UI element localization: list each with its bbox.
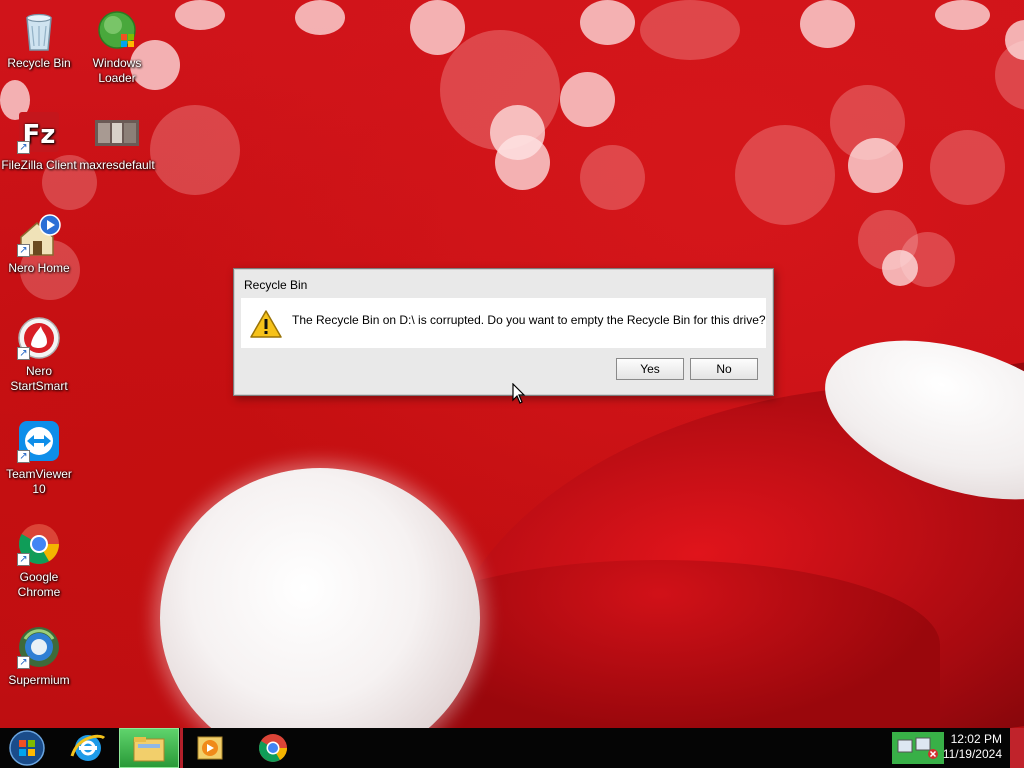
desktop-icon-label: Nero StartSmart [10,364,68,393]
chrome-icon [259,734,287,762]
taskbar-media-player[interactable] [182,728,238,768]
desktop-icon-maxresdefault[interactable]: maxresdefault [78,104,156,173]
desktop-icon-nero-startsmart[interactable]: ↗ Nero StartSmart [0,310,78,394]
file-explorer-icon [133,737,165,762]
bokeh-light [930,130,1005,205]
desktop-icon-label: Nero Home [8,261,70,275]
desktop-icon-label: Google Chrome [17,570,61,599]
shortcut-arrow-icon: ↗ [17,450,30,463]
windows-loader-icon [95,8,139,52]
no-button[interactable]: No [690,358,758,380]
shortcut-arrow-icon: ↗ [17,656,30,669]
bokeh-light [495,135,550,190]
filezilla-icon: Fz ↗ [17,110,61,154]
shortcut-arrow-icon: ↗ [17,244,30,257]
desktop-icon-label: FileZilla Client [1,158,77,172]
dialog-title: Recycle Bin [244,278,308,292]
start-button[interactable] [0,728,54,768]
clock-time: 12:02 PM [950,732,1002,746]
taskbar-clock[interactable]: 12:02 PM 11/19/2024 [943,732,1002,762]
desktop-icon-nero-home[interactable]: ↗ Nero Home [0,207,78,276]
desktop-icon-label: TeamViewer 10 [6,467,72,496]
dialog-body: The Recycle Bin on D:\ is corrupted. Do … [241,298,766,348]
desktop-icon-label: Supermium [8,673,70,687]
desktop-icon-filezilla[interactable]: Fz ↗ FileZilla Client [0,104,78,173]
warning-icon [250,310,282,338]
bokeh-light [800,0,855,48]
nero-startsmart-icon: ↗ [17,316,61,360]
bokeh-light [560,72,615,127]
desktop-icon-supermium[interactable]: ↗ Supermium [0,619,78,688]
bokeh-light [640,0,740,60]
yes-button[interactable]: Yes [616,358,684,380]
recycle-bin-icon [17,8,61,52]
taskbar-divider [180,728,183,768]
desktop-icon-label: maxresdefault [79,158,155,172]
chrome-icon: ↗ [17,522,61,566]
taskbar-internet-explorer[interactable] [60,728,116,768]
desktop-icon-label: Windows Loader [92,56,142,85]
santa-hat-pompom [160,468,480,728]
supermium-icon: ↗ [17,625,61,669]
bokeh-light [735,125,835,225]
start-orb [9,730,45,766]
desktop-icon-windows-loader[interactable]: Windows Loader [78,2,156,86]
network-tray-icon[interactable] [892,732,944,764]
teamviewer-icon: ↗ [17,419,61,463]
bokeh-light [580,0,635,45]
desktop-icon-label: Recycle Bin [7,56,71,70]
bokeh-light [848,138,903,193]
nero-home-icon: ↗ [17,213,61,257]
taskbar-chrome[interactable] [244,728,302,768]
bokeh-light [175,0,225,30]
shortcut-arrow-icon: ↗ [17,141,30,154]
taskbar-file-explorer[interactable] [119,728,179,768]
image-thumbnail-icon [95,110,139,154]
bokeh-light [935,0,990,30]
bokeh-light [882,250,918,286]
recycle-bin-dialog: Recycle Bin The Recycle Bin on D:\ is co… [233,268,774,396]
desktop-icon-google-chrome[interactable]: ↗ Google Chrome [0,516,78,600]
bokeh-light [150,105,240,195]
desktop: Recycle Bin Windows Loader Fz ↗ FileZill… [0,0,1024,728]
shortcut-arrow-icon: ↗ [17,347,30,360]
dialog-message: The Recycle Bin on D:\ is corrupted. Do … [292,313,766,327]
internet-explorer-icon [70,734,106,761]
clock-date: 11/19/2024 [942,747,1002,761]
bokeh-light [295,0,345,35]
mouse-cursor-icon [512,382,526,409]
bokeh-light [580,145,645,210]
desktop-icon-recycle-bin[interactable]: Recycle Bin [0,2,78,71]
show-desktop-button[interactable] [1010,728,1024,768]
shortcut-arrow-icon: ↗ [17,553,30,566]
media-player-icon [197,736,223,760]
desktop-icon-teamviewer[interactable]: ↗ TeamViewer 10 [0,413,78,497]
taskbar: 12:02 PM 11/19/2024 [0,728,1024,768]
